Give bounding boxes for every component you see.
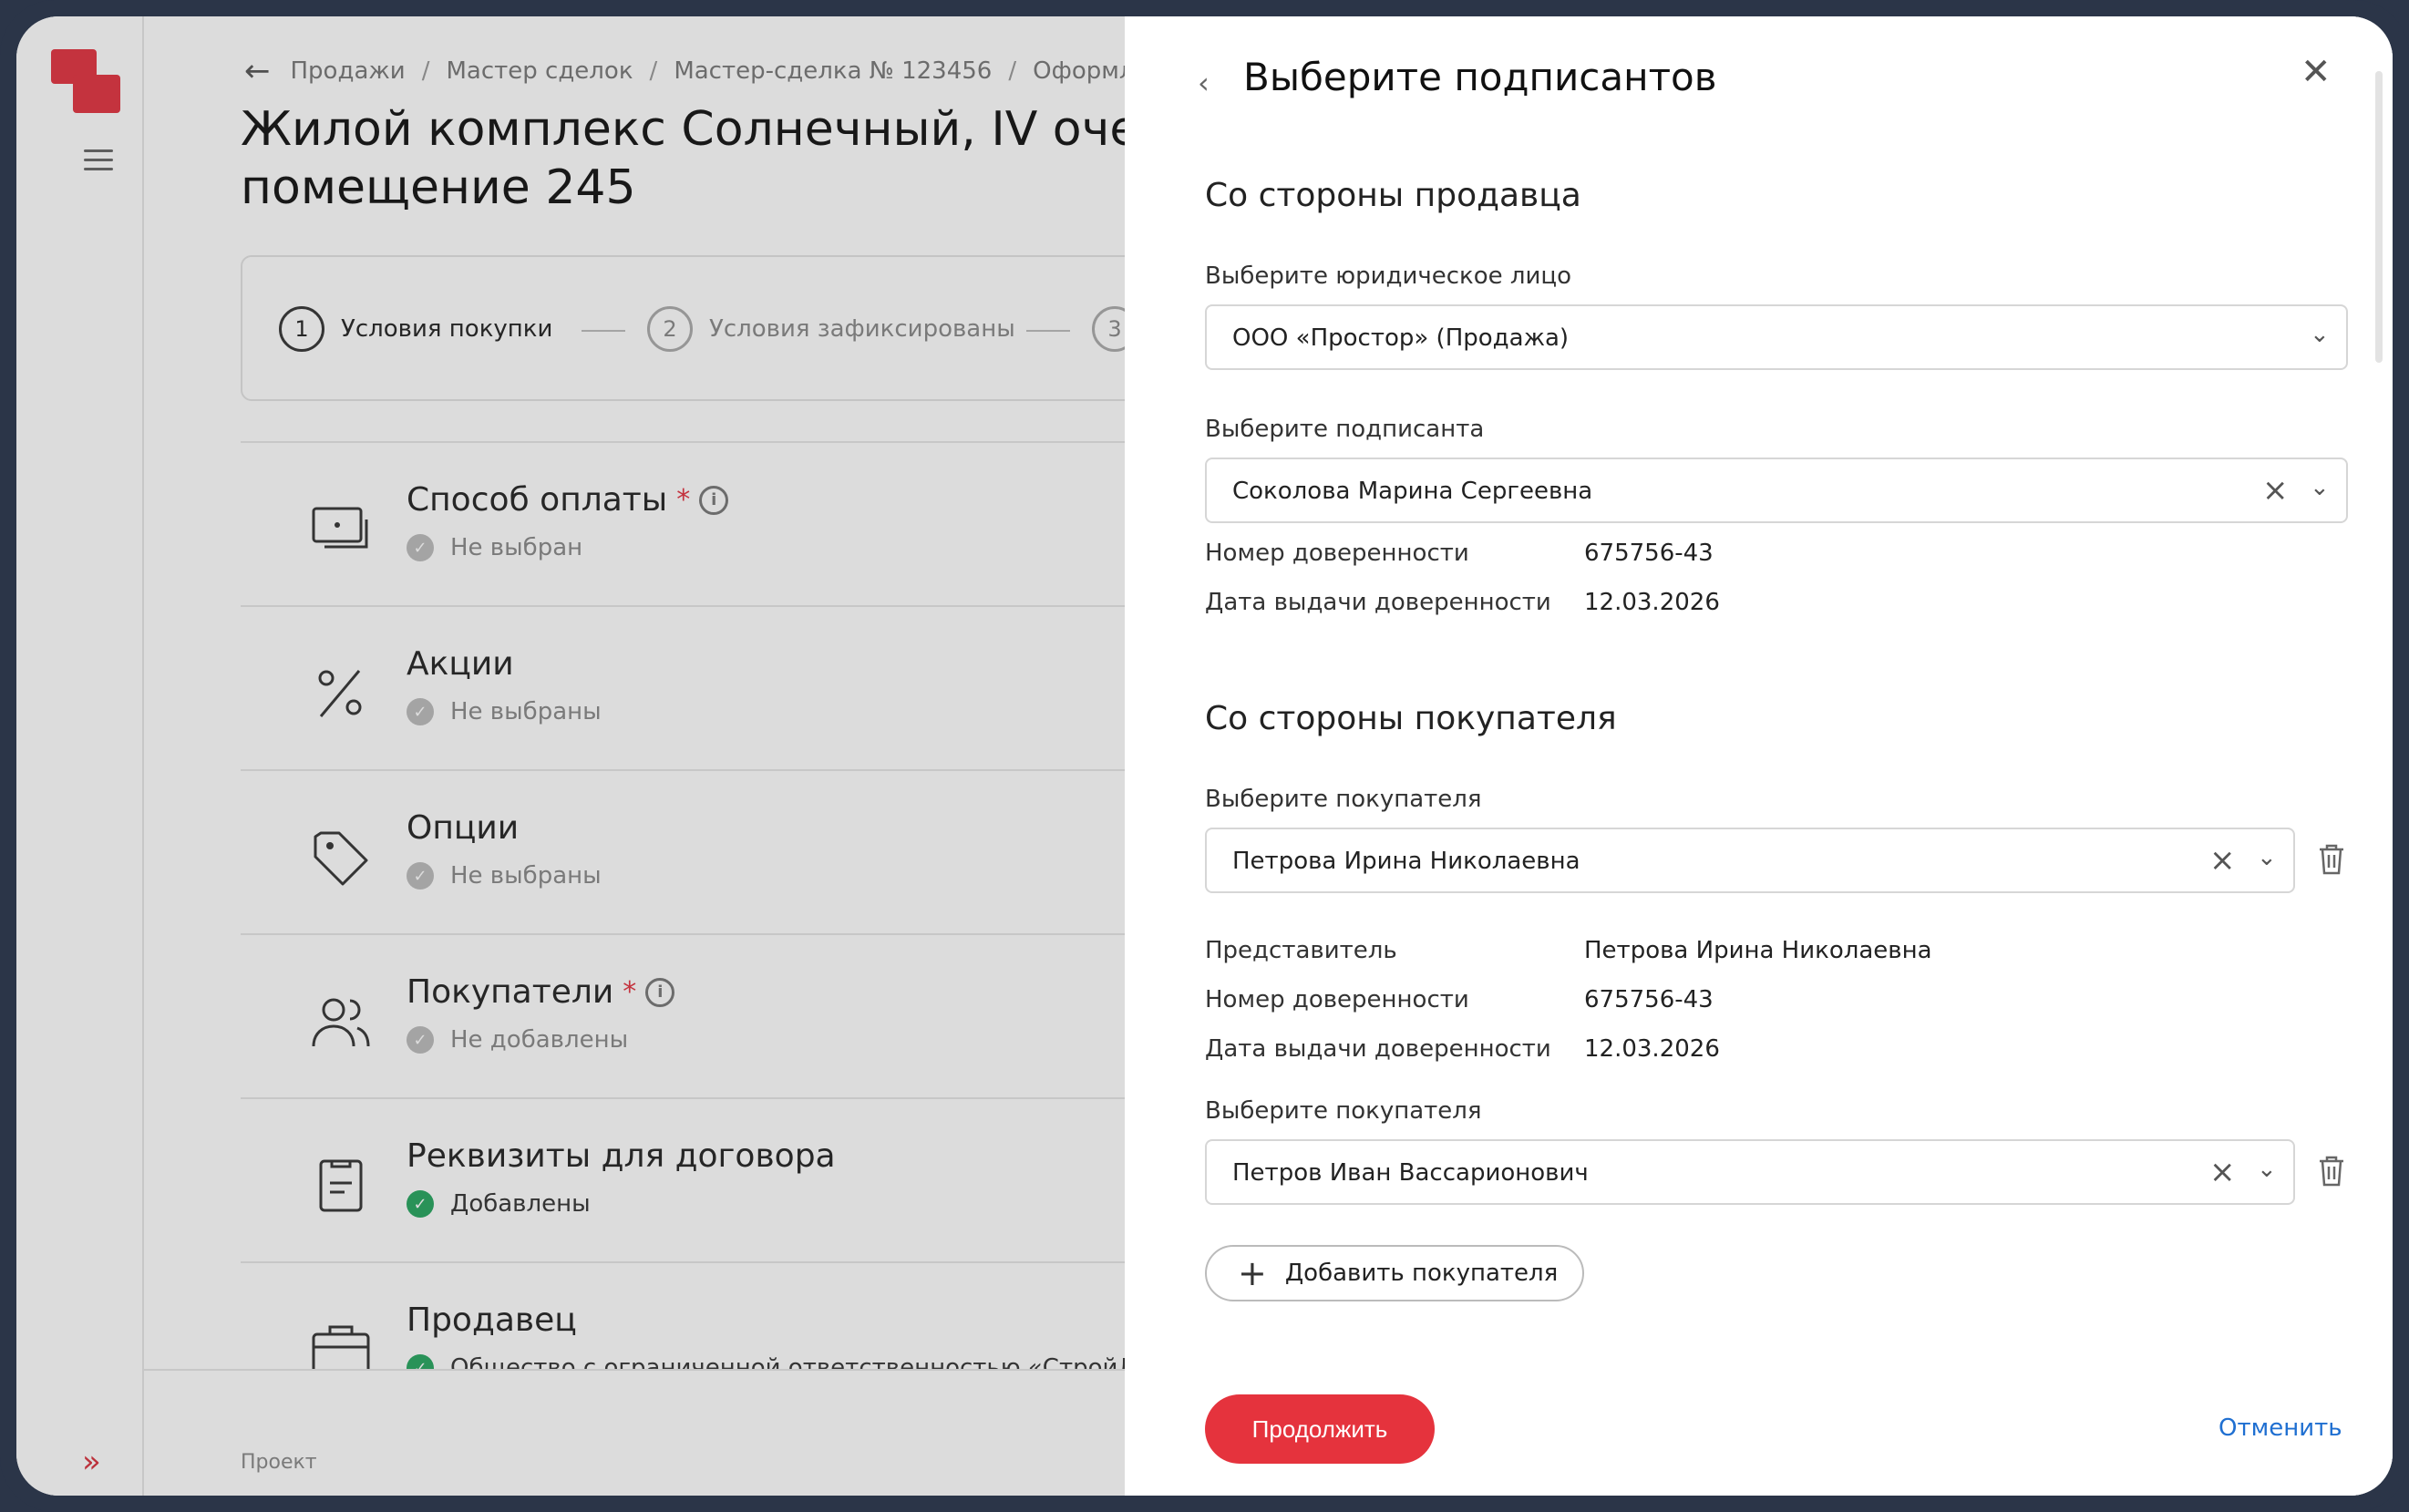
buyer-select-1[interactable]: Петрова Ирина Николаевна × ⌄ <box>1205 828 2295 893</box>
entity-value: ООО «Простор» (Продажа) <box>1232 324 1570 352</box>
buyer-value: Петров Иван Вассарионович <box>1232 1159 1589 1187</box>
device-frame: » ← Продажи / Мастер сделок / Мастер-сде… <box>0 0 2409 1512</box>
poa-date-label: Дата выдачи доверенности <box>1205 589 1551 616</box>
buyer-value: Петрова Ирина Николаевна <box>1232 848 1580 875</box>
representative-value: Петрова Ирина Николаевна <box>1584 937 1932 964</box>
close-icon[interactable]: ✕ <box>2301 51 2332 93</box>
buyer-select-2[interactable]: Петров Иван Вассарионович × ⌄ <box>1205 1139 2295 1205</box>
plus-icon: + <box>1238 1253 1267 1293</box>
poa-date-label: Дата выдачи доверенности <box>1205 1035 1551 1063</box>
poa-date-value: 12.03.2026 <box>1584 1035 1720 1063</box>
representative-label: Представитель <box>1205 937 1397 964</box>
buyer-label: Выберите покупателя <box>1205 786 1482 813</box>
poa-number-label: Номер доверенности <box>1205 540 1469 567</box>
chevron-down-icon[interactable]: ⌄ <box>2257 1156 2277 1183</box>
signers-drawer: ‹ Выберите подписантов ✕ Со стороны прод… <box>1125 16 2393 1496</box>
poa-number-value: 675756-43 <box>1584 986 1714 1013</box>
drawer-title: Выберите подписантов <box>1243 55 1717 99</box>
dim-overlay[interactable] <box>16 16 1125 1496</box>
add-buyer-button[interactable]: + Добавить покупателя <box>1205 1245 1584 1301</box>
buyer-heading: Со стороны покупателя <box>1205 700 1617 737</box>
cancel-link[interactable]: Отменить <box>2219 1414 2342 1442</box>
clear-icon[interactable]: × <box>2209 842 2236 879</box>
add-buyer-label: Добавить покупателя <box>1284 1260 1559 1287</box>
clear-icon[interactable]: × <box>2209 1154 2236 1190</box>
poa-date-value: 12.03.2026 <box>1584 589 1720 616</box>
clear-icon[interactable]: × <box>2262 472 2289 509</box>
chevron-down-icon[interactable]: ⌄ <box>2310 474 2330 501</box>
continue-button[interactable]: Продолжить <box>1205 1394 1435 1464</box>
signer-label: Выберите подписанта <box>1205 416 1485 443</box>
chevron-left-icon[interactable]: ‹ <box>1198 66 1210 100</box>
entity-label: Выберите юридическое лицо <box>1205 262 1572 290</box>
trash-icon[interactable] <box>2317 842 2346 877</box>
app-screen: » ← Продажи / Мастер сделок / Мастер-сде… <box>16 16 2393 1496</box>
seller-heading: Со стороны продавца <box>1205 177 1581 214</box>
poa-number-label: Номер доверенности <box>1205 986 1469 1013</box>
scrollbar[interactable] <box>2375 71 2383 363</box>
signer-value: Соколова Марина Сергеевна <box>1232 478 1593 505</box>
trash-icon[interactable] <box>2317 1154 2346 1188</box>
chevron-down-icon[interactable]: ⌄ <box>2257 844 2277 871</box>
entity-select[interactable]: ООО «Простор» (Продажа) ⌄ <box>1205 304 2348 370</box>
poa-number-value: 675756-43 <box>1584 540 1714 567</box>
signer-select[interactable]: Соколова Марина Сергеевна × ⌄ <box>1205 458 2348 523</box>
buyer-label: Выберите покупателя <box>1205 1097 1482 1125</box>
chevron-down-icon[interactable]: ⌄ <box>2310 321 2330 348</box>
